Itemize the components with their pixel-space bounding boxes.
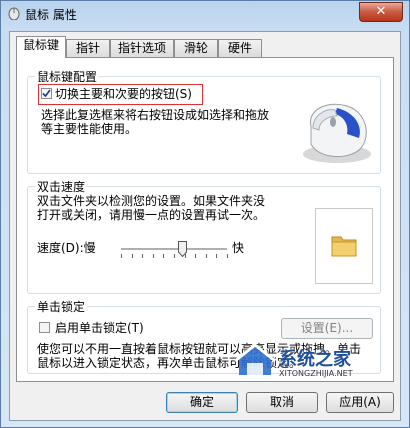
click-lock-label[interactable]: 启用单击锁定(T) <box>55 321 144 335</box>
test-folder-area[interactable] <box>315 208 373 284</box>
click-lock-title: 单击锁定 <box>35 298 88 315</box>
double-click-desc-1: 双击文件夹以检测您的设置。如果文件夹没 <box>37 194 266 208</box>
close-button[interactable]: ✕ <box>359 2 403 22</box>
mouse-app-icon <box>8 7 20 20</box>
click-lock-checkbox[interactable] <box>39 322 50 333</box>
slider-tick <box>132 254 133 258</box>
window-title: 鼠标 属性 <box>25 8 77 22</box>
speed-slider-thumb[interactable] <box>178 241 187 257</box>
slider-tick <box>216 254 217 258</box>
slider-tick <box>163 254 164 258</box>
tab-buttons[interactable]: 鼠标键 <box>16 36 66 58</box>
slider-tick <box>227 254 228 258</box>
mouse-illustration-icon <box>303 103 371 163</box>
slider-tick <box>142 254 143 258</box>
double-click-title: 双击速度 <box>35 178 88 195</box>
slider-tick <box>153 254 154 258</box>
tab-pointer-options[interactable]: 指针选项 <box>110 39 174 57</box>
watermark-brand: 系统之家 <box>279 349 351 370</box>
watermark-logo-icon <box>234 343 276 375</box>
tab-panel-buttons: 鼠标键配置 切换主要和次要的按钮(S) 选择此复选框来将右按钮设成如选择和拖放 … <box>16 57 394 382</box>
watermark-domain: XITONGZHIJIA.NET <box>279 369 353 378</box>
check-mark-icon <box>42 89 51 98</box>
folder-icon <box>331 236 357 257</box>
title-bar[interactable]: 鼠标 属性 ✕ <box>1 1 409 27</box>
double-click-desc-2: 打开或关闭，请用慢一点的设置再试一次。 <box>37 208 266 222</box>
fast-label: 快 <box>232 241 245 255</box>
cancel-button[interactable]: 取消 <box>246 392 318 413</box>
slider-tick <box>206 254 207 258</box>
slider-tick <box>121 254 122 258</box>
tab-wheel[interactable]: 滑轮 <box>174 39 218 57</box>
button-config-desc-1: 选择此复选框来将右按钮设成如选择和拖放 <box>41 108 270 122</box>
switch-buttons-label[interactable]: 切换主要和次要的按钮(S) <box>55 87 192 101</box>
button-config-title: 鼠标键配置 <box>35 68 100 85</box>
click-lock-settings-button[interactable]: 设置(E)... <box>281 318 373 339</box>
speed-label: 速度(D):慢 <box>37 241 96 255</box>
slider-tick <box>174 254 175 258</box>
mouse-properties-window: 鼠标 属性 ✕ 鼠标键 指针 指针选项 滑轮 硬件 鼠标键配置 切换主要和次要的… <box>0 0 410 428</box>
tab-hardware[interactable]: 硬件 <box>218 39 262 57</box>
ok-button[interactable]: 确定 <box>166 392 238 413</box>
speed-slider-track[interactable] <box>121 248 227 251</box>
watermark: 系统之家 XITONGZHIJIA.NET <box>233 341 393 385</box>
switch-buttons-checkbox[interactable] <box>41 88 52 99</box>
tab-pointers[interactable]: 指针 <box>66 39 110 57</box>
apply-button[interactable]: 应用(A) <box>326 392 394 413</box>
button-config-desc-2: 等主要性能使用。 <box>41 122 138 136</box>
slider-tick <box>195 254 196 258</box>
